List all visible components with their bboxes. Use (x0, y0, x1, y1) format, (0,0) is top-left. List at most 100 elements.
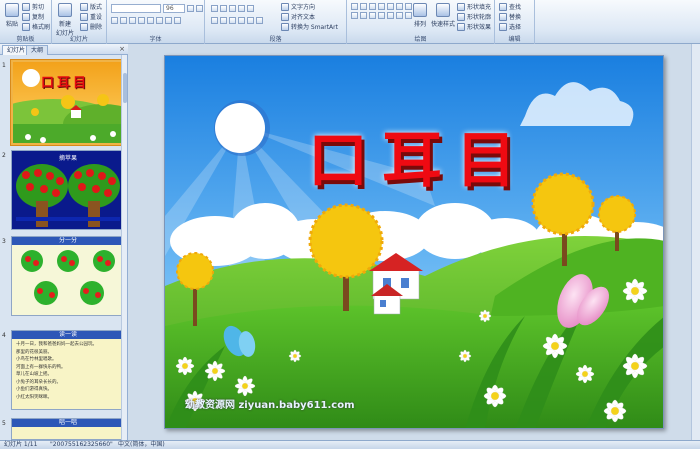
panel-scrollbar[interactable] (121, 55, 127, 440)
shape-fill-button[interactable]: 形状填充 (457, 2, 491, 11)
justify-icon[interactable] (238, 17, 245, 24)
oval-shape-icon[interactable] (378, 3, 385, 10)
callout-shape-icon[interactable] (396, 3, 403, 10)
thumb-4-title: 读一读 (58, 331, 77, 338)
new-slide-button[interactable]: 新建 幻灯片 (56, 3, 74, 37)
paragraph-group-label: 段落 (269, 36, 282, 43)
align-center-icon[interactable] (220, 17, 227, 24)
bullets-icon[interactable] (211, 5, 218, 12)
layout-button[interactable]: 版式 (80, 2, 102, 11)
thumb-4-line: 草儿在山坡上摇。 (16, 372, 52, 377)
tab-slides-label: 幻灯片 (7, 47, 26, 54)
heart-shape-icon[interactable] (369, 12, 376, 19)
slide-thumbnail-3[interactable]: 分一分 (11, 236, 123, 316)
brush-icon (22, 22, 30, 31)
reset-button[interactable]: 重设 (80, 12, 102, 21)
rect-shape-icon[interactable] (351, 3, 358, 10)
spacing-icon[interactable] (156, 17, 163, 24)
delete-slide-button[interactable]: 删除 (80, 22, 102, 31)
format-painter-button[interactable]: 格式刷 (22, 22, 50, 31)
align-text-button[interactable]: 对齐文本 (281, 12, 315, 21)
select-button[interactable]: 选择 (499, 22, 521, 31)
quick-styles-label: 快速样式 (431, 21, 456, 28)
shrink-font-icon[interactable] (196, 5, 203, 12)
thumb-4-line: 小红太阳笑眯眯。 (16, 394, 52, 400)
distribute-icon[interactable] (247, 17, 254, 24)
flowchart-icon[interactable] (387, 12, 394, 19)
text-direction-button[interactable]: 文字方向 (281, 2, 315, 11)
arrow-shape-icon[interactable] (369, 3, 376, 10)
replace-button[interactable]: 替换 (499, 12, 521, 21)
font-color-icon[interactable] (174, 17, 181, 24)
smartart-button[interactable]: 转换为 SmartArt (281, 22, 338, 31)
list-row (211, 5, 254, 12)
thumb-5-title: 唱一唱 (58, 419, 77, 426)
thumb-4-line: 十月一日，我和爸爸妈妈一起去公园玩。 (16, 342, 97, 347)
panel-scroll-thumb[interactable] (123, 73, 127, 103)
quick-styles-button[interactable]: 快速样式 (431, 3, 455, 28)
theme-name: "200755162325660" (50, 441, 113, 448)
arrange-icon (413, 3, 427, 17)
close-icon[interactable]: × (119, 45, 125, 53)
increase-indent-icon[interactable] (238, 5, 245, 12)
decrease-indent-icon[interactable] (229, 5, 236, 12)
font-size-combo[interactable]: 96 (163, 4, 185, 13)
smartart-label: 转换为 SmartArt (291, 24, 338, 31)
numbering-icon[interactable] (220, 5, 227, 12)
case-icon[interactable] (165, 17, 172, 24)
line-spacing-icon[interactable] (247, 5, 254, 12)
drawing-group: 排列 快速样式 形状填充 形状轮廓 形状效果 绘图 (347, 0, 495, 44)
italic-icon[interactable] (120, 17, 127, 24)
triangle-shape-icon[interactable] (387, 3, 394, 10)
more-shapes-icon[interactable] (405, 12, 412, 19)
find-button[interactable]: 查找 (499, 2, 521, 11)
paste-button[interactable]: 粘贴 (4, 3, 20, 28)
slide-thumbnail-4[interactable]: 读一读 十月一日，我和爸爸妈妈一起去公园玩。 那里的花很美丽。 小鸟在竹林里唱歌… (11, 330, 123, 410)
star-shape-icon[interactable] (405, 3, 412, 10)
thumb-2-art (16, 164, 120, 227)
shape-effects-label: 形状效果 (467, 24, 492, 31)
delete-icon (80, 22, 88, 31)
drawing-group-label: 绘图 (414, 36, 427, 43)
binoculars-icon (499, 2, 507, 11)
slides-group: 新建 幻灯片 版式 重设 删除 幻灯片 (52, 0, 107, 44)
shape-outline-button[interactable]: 形状轮廓 (457, 12, 491, 21)
shadow-icon[interactable] (147, 17, 154, 24)
align-row (211, 17, 263, 24)
block-arrow-icon[interactable] (378, 12, 385, 19)
thumb-4-line: 河面上有一群快乐的鸭。 (16, 364, 66, 370)
slide-scrollbar[interactable] (691, 44, 700, 440)
slide-canvas[interactable]: 口耳目 幼教资源网 ziyuan.baby611.com (164, 55, 664, 429)
thumb-number-4: 4 (2, 332, 6, 339)
slide-title[interactable]: 口耳目 (299, 112, 539, 199)
cut-label: 剪切 (32, 4, 45, 11)
thumb-number-1: 1 (2, 62, 6, 69)
bold-icon[interactable] (111, 17, 118, 24)
replace-label: 替换 (509, 14, 522, 21)
slide-thumbnail-5[interactable]: 唱一唱 (11, 418, 123, 440)
thumb-2-title: 摘苹果 (58, 155, 77, 162)
shape-effects-button[interactable]: 形状效果 (457, 22, 491, 31)
ribbon: 粘贴 剪切 复制 格式刷 剪贴板 新建 幻灯片 版式 重设 删除 幻灯片 96 (0, 0, 700, 44)
tab-outline[interactable]: 大纲 (26, 45, 49, 55)
curve-shape-icon[interactable] (360, 12, 367, 19)
align-left-icon[interactable] (211, 17, 218, 24)
shape-outline-label: 形状轮廓 (467, 14, 492, 21)
columns-icon[interactable] (256, 17, 263, 24)
slide-thumbnail-2[interactable]: 摘苹果 (11, 150, 123, 230)
pen-icon (457, 12, 465, 21)
copy-button[interactable]: 复制 (22, 12, 44, 21)
align-right-icon[interactable] (229, 17, 236, 24)
arrange-button[interactable]: 排列 (413, 3, 427, 28)
slide-thumbnail-1[interactable]: 口耳目 (10, 59, 124, 146)
strike-icon[interactable] (138, 17, 145, 24)
font-family-combo[interactable] (111, 4, 161, 13)
panel-tabs: 幻灯片 大纲 × (0, 44, 128, 55)
brace-shape-icon[interactable] (351, 12, 358, 19)
grow-font-icon[interactable] (187, 5, 194, 12)
line-shape-icon[interactable] (360, 3, 367, 10)
moon-shape-icon[interactable] (396, 12, 403, 19)
font-group-label: 字体 (149, 36, 162, 43)
underline-icon[interactable] (129, 17, 136, 24)
cut-button[interactable]: 剪切 (22, 2, 44, 11)
